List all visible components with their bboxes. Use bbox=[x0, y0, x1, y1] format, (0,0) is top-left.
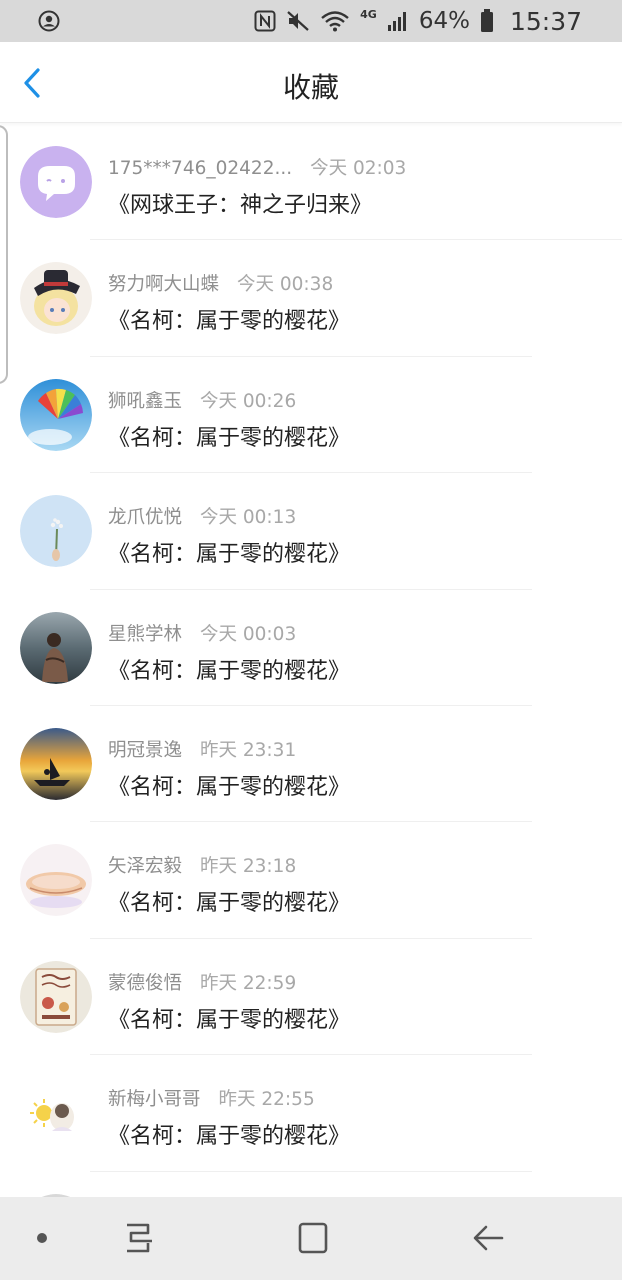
system-nav-bar bbox=[0, 1197, 622, 1280]
timestamp: 昨天 23:18 bbox=[200, 856, 297, 878]
avatar[interactable] bbox=[20, 960, 92, 1033]
book-title[interactable]: 《名柯：属于零的樱花》 bbox=[108, 420, 350, 452]
page-title: 收藏 bbox=[282, 71, 339, 104]
network-type-label: 4G bbox=[360, 8, 377, 21]
back-button-icon[interactable] bbox=[466, 1217, 510, 1261]
timestamp: 昨天 23:31 bbox=[200, 739, 297, 761]
battery-icon bbox=[480, 9, 493, 32]
timestamp: 昨天 22:55 bbox=[218, 1089, 315, 1111]
anime-illustration-image bbox=[20, 844, 92, 917]
item-meta: 175***746_02422... 今天 02:03 bbox=[108, 154, 406, 180]
sunset-boat-image bbox=[20, 727, 92, 800]
anime-avatar-image bbox=[20, 262, 92, 335]
item-meta: 明冠景逸 昨天 23:31 bbox=[108, 736, 296, 762]
recent-apps-icon[interactable] bbox=[118, 1217, 162, 1261]
book-title[interactable]: 《名柯：属于零的樱花》 bbox=[108, 1002, 350, 1034]
book-title[interactable]: 《名柯：属于零的樱花》 bbox=[108, 536, 350, 568]
book-title[interactable]: 《名柯：属于零的樱花》 bbox=[108, 1118, 350, 1150]
username[interactable]: 蒙德俊悟 bbox=[108, 973, 182, 994]
list-item[interactable]: 明冠景逸 昨天 23:31 《名柯：属于零的樱花》 bbox=[0, 706, 622, 823]
item-meta: 努力啊大山蝶 今天 00:38 bbox=[108, 270, 333, 296]
list-item[interactable]: 175***746_02422... 今天 02:03 《网球王子：神之子归来》 bbox=[0, 124, 622, 241]
list-item[interactable]: 狮吼鑫玉 今天 00:26 《名柯：属于零的樱花》 bbox=[0, 357, 622, 474]
book-title[interactable]: 《名柯：属于零的樱花》 bbox=[108, 303, 350, 335]
account-circle-icon bbox=[38, 10, 60, 32]
avatar[interactable] bbox=[20, 495, 92, 568]
clock: 15:37 bbox=[509, 6, 582, 36]
book-title[interactable]: 《名柯：属于零的樱花》 bbox=[108, 769, 350, 801]
timestamp: 今天 00:26 bbox=[200, 390, 297, 412]
book-title[interactable]: 《名柯：属于零的樱花》 bbox=[108, 653, 350, 685]
avatar[interactable] bbox=[20, 262, 92, 335]
username[interactable]: 狮吼鑫玉 bbox=[108, 391, 182, 412]
item-meta: 狮吼鑫玉 今天 00:26 bbox=[108, 387, 296, 413]
list-item[interactable]: 星熊学林 今天 00:03 《名柯：属于零的樱花》 bbox=[0, 590, 622, 706]
book-title[interactable]: 《名柯：属于零的樱花》 bbox=[108, 885, 350, 917]
sun-character-image bbox=[20, 1077, 92, 1150]
book-title[interactable]: 《网球王子：神之子归来》 bbox=[108, 187, 372, 219]
item-meta: 矢泽宏毅 昨天 23:18 bbox=[108, 852, 296, 878]
favorites-list: 175***746_02422... 今天 02:03 《网球王子：神之子归来》 … bbox=[0, 124, 622, 1288]
list-item[interactable]: 努力啊大山蝶 今天 00:38 《名柯：属于零的樱花》 bbox=[0, 240, 622, 357]
timestamp: 今天 00:38 bbox=[237, 274, 334, 296]
chat-bubble-icon bbox=[20, 146, 92, 218]
avatar[interactable] bbox=[20, 727, 92, 800]
item-meta: 新梅小哥哥 昨天 22:55 bbox=[108, 1085, 315, 1111]
username[interactable]: 星熊学林 bbox=[108, 624, 182, 645]
signal-icon bbox=[387, 12, 406, 31]
avatar[interactable] bbox=[20, 146, 92, 218]
avatar[interactable] bbox=[20, 1077, 92, 1150]
avatar[interactable] bbox=[20, 378, 92, 451]
item-meta: 龙爪优悦 今天 00:13 bbox=[108, 503, 296, 529]
avatar[interactable] bbox=[20, 611, 92, 684]
username[interactable]: 175***746_02422... bbox=[108, 158, 292, 179]
timestamp: 今天 00:03 bbox=[200, 623, 297, 645]
username[interactable]: 新梅小哥哥 bbox=[108, 1089, 201, 1110]
username[interactable]: 努力啊大山蝶 bbox=[108, 274, 219, 295]
avatar[interactable] bbox=[20, 844, 92, 917]
username[interactable]: 明冠景逸 bbox=[108, 740, 182, 761]
list-item[interactable]: 龙爪优悦 今天 00:13 《名柯：属于零的樱花》 bbox=[0, 473, 622, 590]
item-meta: 星熊学林 今天 00:03 bbox=[108, 620, 296, 646]
status-bar: 4G 64% 15:37 bbox=[0, 0, 622, 42]
list-item[interactable]: 新梅小哥哥 昨天 22:55 《名柯：属于零的樱花》 bbox=[0, 1055, 622, 1172]
timestamp: 今天 00:13 bbox=[200, 507, 297, 529]
rainbow-fan-image bbox=[20, 378, 92, 451]
list-item[interactable]: 蒙德俊悟 昨天 22:59 《名柯：属于零的樱花》 bbox=[0, 939, 622, 1056]
wifi-icon bbox=[321, 11, 349, 32]
home-button-icon[interactable] bbox=[291, 1217, 335, 1261]
battery-percent: 64% bbox=[418, 8, 470, 34]
timestamp: 今天 02:03 bbox=[310, 158, 407, 179]
app-header: 收藏 bbox=[0, 42, 622, 123]
flowers-sky-image bbox=[20, 495, 92, 568]
timestamp: 昨天 22:59 bbox=[200, 972, 297, 994]
nfc-icon bbox=[254, 10, 276, 32]
item-meta: 蒙德俊悟 昨天 22:59 bbox=[108, 969, 296, 995]
dot-indicator-icon bbox=[37, 1233, 47, 1243]
mute-icon bbox=[287, 11, 309, 31]
person-by-water-image bbox=[20, 611, 92, 684]
username[interactable]: 矢泽宏毅 bbox=[108, 856, 182, 877]
vintage-poster-image bbox=[20, 960, 92, 1033]
list-item[interactable]: 矢泽宏毅 昨天 23:18 《名柯：属于零的樱花》 bbox=[0, 822, 622, 939]
username[interactable]: 龙爪优悦 bbox=[108, 507, 182, 528]
